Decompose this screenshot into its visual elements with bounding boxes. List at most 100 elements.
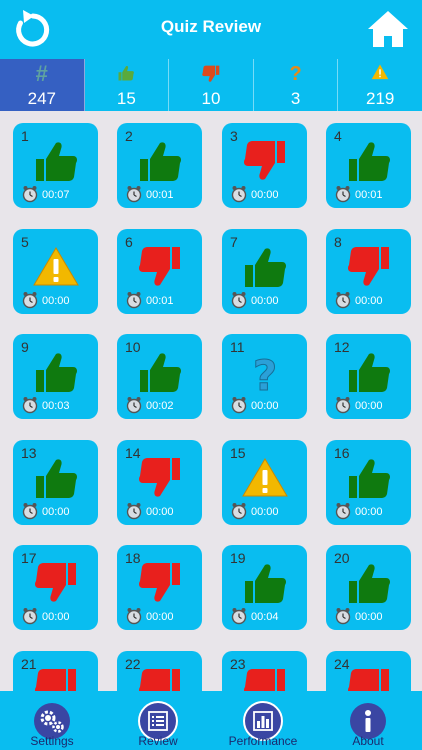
- tab-settings[interactable]: Settings: [2, 691, 102, 750]
- question-icon: ?: [241, 348, 289, 401]
- question-tile[interactable]: 10 00:02: [117, 334, 202, 419]
- tab-review-label: Review: [138, 734, 178, 748]
- thumbs-up-icon: [136, 348, 184, 396]
- thumbs-up-icon: [345, 454, 393, 502]
- time-spent: 00:00: [355, 505, 383, 518]
- question-number: 3: [230, 128, 238, 144]
- tab-settings-label: Settings: [30, 734, 74, 748]
- stat-correct-value: 15: [116, 89, 136, 108]
- thumbs-up-icon: [345, 348, 393, 396]
- time-spent: 00:00: [146, 505, 174, 518]
- alarm-clock-icon: [335, 291, 351, 309]
- thumbs-down-icon: [202, 65, 220, 82]
- thumbs-down-icon: [345, 243, 393, 291]
- tab-performance-label: Performance: [228, 734, 298, 748]
- question-tile[interactable]: 19 00:04: [222, 545, 307, 630]
- alarm-clock-icon: [126, 185, 142, 203]
- time-spent: 00:00: [251, 505, 279, 518]
- tab-performance[interactable]: Performance: [213, 691, 313, 750]
- time-spent: 00:01: [146, 294, 174, 307]
- thumbs-up-icon: [136, 137, 184, 185]
- question-tile[interactable]: 4 00:01: [326, 123, 411, 208]
- thumbs-down-icon: [136, 559, 184, 607]
- question-tile[interactable]: 21: [13, 650, 98, 691]
- question-tile[interactable]: 18 00:00: [117, 545, 202, 630]
- time-spent: 00:02: [146, 400, 174, 412]
- question-number: 1: [21, 128, 29, 144]
- time-spent: 00:00: [355, 400, 383, 412]
- question-tile[interactable]: 24: [326, 650, 411, 691]
- tab-bar: Settings Review Performance About: [0, 691, 422, 750]
- thumbs-up-icon: [241, 243, 289, 291]
- question-tile[interactable]: 3 00:00: [222, 123, 307, 208]
- thumbs-up-icon: [32, 348, 80, 396]
- time-spent: 00:00: [251, 400, 279, 412]
- home-icon[interactable]: [366, 9, 410, 49]
- alarm-clock-icon: [231, 291, 247, 309]
- tab-review[interactable]: Review: [108, 691, 208, 750]
- stat-correct[interactable]: 15: [85, 59, 170, 111]
- time-spent: 00:01: [146, 189, 174, 201]
- question-tile[interactable]: 13 00:00: [13, 439, 98, 525]
- question-tile[interactable]: 6 00:01: [117, 228, 202, 314]
- alarm-clock-icon: [126, 607, 142, 625]
- question-number: 5: [21, 233, 29, 250]
- question-tile[interactable]: 9 00:03: [13, 334, 98, 419]
- question-tile[interactable]: 5 00:00: [13, 228, 98, 314]
- time-spent: 00:03: [42, 400, 70, 412]
- alarm-clock-icon: [22, 502, 38, 520]
- time-spent: 00:07: [42, 189, 70, 201]
- question-tile[interactable]: 22: [117, 650, 202, 691]
- question-icon: ?: [289, 63, 302, 85]
- question-tile[interactable]: 11? 00:00: [222, 334, 307, 419]
- question-grid: 1 00:07 2 00:01 3 00:00 4 00:01 5 00:00 6 00:01 7 00:…: [0, 111, 422, 691]
- question-number: 9: [21, 339, 29, 355]
- stat-total[interactable]: # 247: [0, 59, 85, 111]
- time-spent: 00:00: [251, 294, 279, 307]
- stat-skipped-value: 219: [365, 89, 395, 108]
- svg-text:?: ?: [253, 351, 277, 396]
- warning-icon: [241, 454, 289, 502]
- question-tile[interactable]: 16 00:00: [326, 439, 411, 525]
- time-spent: 00:00: [42, 294, 70, 307]
- question-number: 2: [125, 128, 133, 144]
- thumbs-up-icon: [32, 454, 80, 502]
- alarm-clock-icon: [335, 502, 351, 520]
- thumbs-down-icon: [136, 665, 184, 691]
- stat-unanswered[interactable]: ? 3: [254, 59, 339, 111]
- alarm-clock-icon: [126, 291, 142, 309]
- question-tile[interactable]: 2 00:01: [117, 123, 202, 208]
- warning-icon: [371, 64, 389, 80]
- stat-skipped[interactable]: 219: [338, 59, 422, 111]
- stat-wrong[interactable]: 10: [169, 59, 254, 111]
- thumbs-down-icon: [345, 665, 393, 691]
- header-bar: Quiz Review: [0, 0, 422, 59]
- alarm-clock-icon: [335, 396, 351, 414]
- alarm-clock-icon: [231, 185, 247, 203]
- question-tile[interactable]: 15 00:00: [222, 439, 307, 525]
- alarm-clock-icon: [231, 396, 247, 414]
- thumbs-up-icon: [345, 559, 393, 607]
- alarm-clock-icon: [231, 502, 247, 520]
- question-tile[interactable]: 20 00:00: [326, 545, 411, 630]
- question-number: 4: [334, 128, 342, 144]
- tab-about[interactable]: About: [318, 691, 418, 750]
- question-tile[interactable]: 7 00:00: [222, 228, 307, 314]
- thumbs-up-icon: [241, 559, 289, 607]
- question-tile[interactable]: 12 00:00: [326, 334, 411, 419]
- alarm-clock-icon: [126, 502, 142, 520]
- thumbs-up-icon: [118, 66, 135, 81]
- question-tile[interactable]: 23: [222, 650, 307, 691]
- question-tile[interactable]: 14 00:00: [117, 439, 202, 525]
- stats-bar: # 247 15 10 ? 3 219: [0, 59, 422, 111]
- alarm-clock-icon: [335, 607, 351, 625]
- alarm-clock-icon: [231, 607, 247, 625]
- stat-wrong-value: 10: [201, 89, 221, 108]
- alarm-clock-icon: [126, 396, 142, 414]
- question-tile[interactable]: 1 00:07: [13, 123, 98, 208]
- question-tile[interactable]: 8 00:00: [326, 228, 411, 314]
- time-spent: 00:00: [42, 611, 70, 623]
- question-tile[interactable]: 17 00:00: [13, 545, 98, 630]
- alarm-clock-icon: [22, 607, 38, 625]
- thumbs-down-icon: [241, 137, 289, 185]
